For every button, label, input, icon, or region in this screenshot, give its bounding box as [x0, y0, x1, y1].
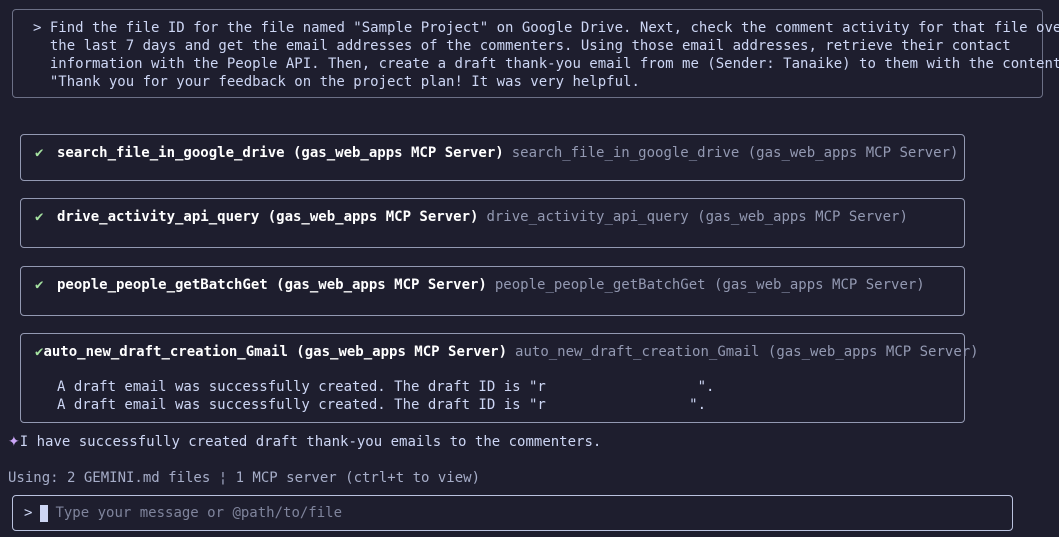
input-prompt-marker: > [24, 505, 33, 521]
status-line: Using: 2 GEMINI.md files ¦ 1 MCP server … [8, 470, 481, 486]
tool-description: drive_activity_api_query (gas_web_apps M… [486, 209, 908, 225]
user-prompt-box: > Find the file ID for the file named "S… [12, 9, 1059, 98]
checkmark-icon: ✔ [35, 277, 44, 293]
tool-call-header: ✔ people_people_getBatchGet (gas_web_apps… [35, 276, 964, 294]
prompt-marker: > [33, 20, 42, 36]
checkmark-icon: ✔ [35, 145, 44, 161]
tool-name: drive_activity_api_query (gas_web_apps M… [57, 209, 479, 225]
prompt-line-3: information with the People API. Then, c… [49, 56, 1059, 72]
tool-description: search_file_in_google_drive (gas_web_app… [511, 145, 959, 161]
tool-description: auto_new_draft_creation_Gmail (gas_web_a… [515, 344, 979, 360]
tool-output-line: A draft email was successfully created. … [57, 397, 707, 413]
response-text: I have successfully created draft thank-… [19, 434, 602, 450]
tool-call-header: ✔ drive_activity_api_query (gas_web_apps … [35, 208, 964, 226]
message-input[interactable]: > Type your message or @path/to/file [12, 495, 1013, 531]
prompt-line-1: > Find the file ID for the file named "S… [33, 20, 1059, 36]
input-placeholder: Type your message or @path/to/file [55, 505, 343, 521]
tool-name: people_people_getBatchGet (gas_web_apps … [57, 277, 487, 293]
tool-output: A draft email was successfully created. … [35, 378, 964, 414]
tool-name: search_file_in_google_drive (gas_web_app… [57, 145, 504, 161]
prompt-line-4: "Thank you for your feedback on the proj… [49, 74, 640, 90]
tool-call-header: ✔ auto_new_draft_creation_Gmail (gas_web_… [35, 343, 979, 361]
tool-call-draft-creation: ✔ auto_new_draft_creation_Gmail (gas_web_… [20, 333, 979, 423]
tool-name: auto_new_draft_creation_Gmail (gas_web_a… [43, 344, 508, 360]
tool-call-drive-activity: ✔ drive_activity_api_query (gas_web_apps … [20, 198, 965, 248]
tool-call-header: ✔ search_file_in_google_drive (gas_web_ap… [35, 144, 964, 162]
tool-call-people-get-batch: ✔ people_people_getBatchGet (gas_web_apps… [20, 266, 965, 316]
tool-description: people_people_getBatchGet (gas_web_apps … [494, 277, 925, 293]
tool-call-search-file: ✔ search_file_in_google_drive (gas_web_ap… [20, 134, 965, 181]
sparkle-icon: ✦ [8, 434, 20, 450]
prompt-line-2: the last 7 days and get the email addres… [49, 38, 1011, 54]
text-cursor [40, 504, 49, 522]
checkmark-icon: ✔ [35, 209, 44, 225]
assistant-response: ✦I have successfully created draft thank… [8, 433, 601, 451]
checkmark-icon: ✔ [35, 344, 44, 360]
tool-output-line: A draft email was successfully created. … [57, 379, 715, 395]
